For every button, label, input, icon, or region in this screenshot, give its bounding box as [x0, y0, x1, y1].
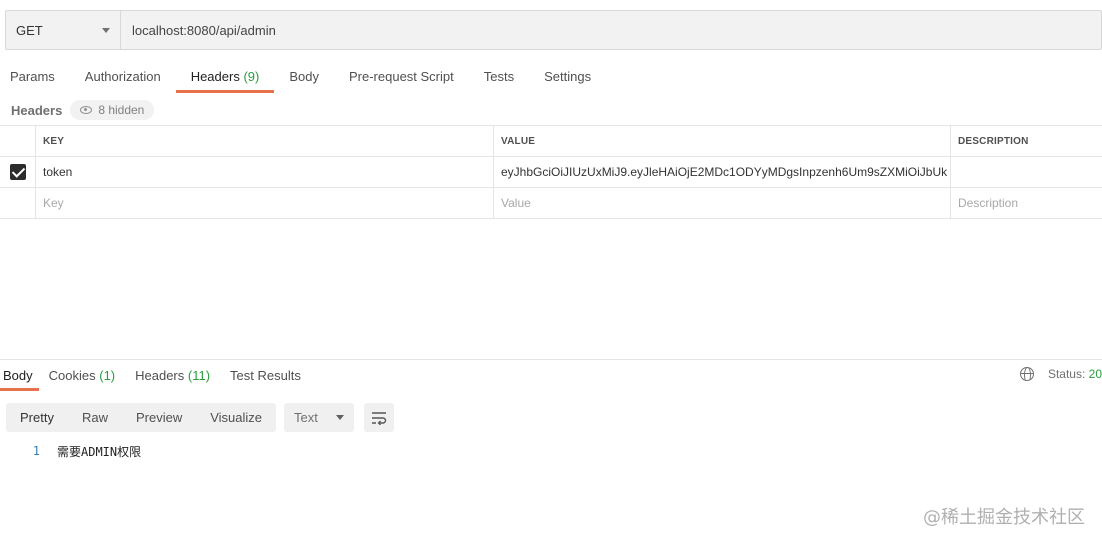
tab-label: Headers — [135, 368, 185, 383]
tab-label: Headers — [190, 69, 240, 84]
headers-table: KEY VALUE DESCRIPTION token eyJhbGciOiJI… — [0, 125, 1102, 219]
tab-count: (9) — [243, 69, 260, 84]
response-body-line: 1 需要ADMIN权限 — [0, 442, 141, 460]
tab-label: Test Results — [230, 368, 301, 383]
tab-headers[interactable]: Headers (9) — [175, 62, 275, 93]
format-pretty-button[interactable]: Pretty — [6, 403, 68, 432]
tab-label: Authorization — [84, 69, 161, 84]
method-label: GET — [16, 22, 43, 38]
table-header-row: KEY VALUE DESCRIPTION — [0, 126, 1102, 157]
status-label: Status: — [1047, 367, 1086, 381]
table-row: token eyJhbGciOiJIUzUxMiJ9.eyJleHAiOjE2M… — [0, 157, 1102, 188]
header-description-field[interactable] — [951, 157, 1102, 187]
tab-authorization[interactable]: Authorization — [70, 62, 176, 92]
new-value-input[interactable]: Value — [494, 188, 951, 218]
body-format-group: Pretty Raw Preview Visualize — [6, 403, 277, 432]
chevron-down-icon — [336, 415, 344, 420]
tab-count: (11) — [187, 368, 211, 383]
tab-body[interactable]: Body — [274, 62, 334, 92]
headers-section-title: Headers — [11, 102, 63, 118]
tab-settings[interactable]: Settings — [529, 62, 606, 92]
tab-tests[interactable]: Tests — [469, 62, 529, 92]
hidden-headers-label: 8 hidden — [98, 103, 145, 117]
header-cell-check — [0, 126, 36, 156]
globe-icon[interactable] — [1019, 367, 1034, 381]
tab-label: Tests — [483, 69, 515, 84]
response-tab-test-results[interactable]: Test Results — [220, 363, 311, 389]
response-tabs: Body Cookies (1) Headers (11) Test Resul… — [0, 363, 311, 391]
response-body-text: 需要ADMIN权限 — [57, 444, 142, 459]
format-preview-button[interactable]: Preview — [122, 403, 196, 432]
url-input[interactable]: localhost:8080/api/admin — [121, 23, 276, 38]
column-header-description: DESCRIPTION — [958, 135, 1029, 147]
tab-label: Pre-request Script — [348, 69, 454, 84]
header-value-field[interactable]: eyJhbGciOiJIUzUxMiJ9.eyJleHAiOjE2MDc1ODY… — [494, 157, 951, 187]
tab-label: Params — [10, 69, 55, 84]
format-visualize-button[interactable]: Visualize — [196, 403, 276, 432]
response-tab-body[interactable]: Body — [0, 363, 39, 391]
column-header-key: KEY — [36, 126, 494, 156]
row-enabled-checkbox[interactable] — [9, 164, 26, 180]
tab-label: Body — [289, 69, 319, 84]
headers-toolbar: Headers 8 hidden — [11, 98, 155, 122]
wrap-lines-icon — [372, 411, 387, 425]
line-number: 1 — [32, 444, 40, 458]
format-raw-button[interactable]: Raw — [68, 403, 122, 432]
header-key-field[interactable]: token — [36, 157, 494, 187]
row-check-cell — [0, 188, 36, 218]
new-key-input[interactable]: Key — [36, 188, 494, 218]
status-text: Status: 20 — [1048, 367, 1102, 381]
chevron-down-icon — [102, 27, 110, 33]
response-tab-cookies[interactable]: Cookies (1) — [39, 363, 125, 389]
tab-label: Settings — [544, 69, 592, 84]
eye-icon — [80, 106, 93, 114]
tab-params[interactable]: Params — [0, 62, 70, 92]
new-description-input[interactable]: Description — [951, 188, 1102, 218]
table-row-new: Key Value Description — [0, 188, 1102, 219]
request-tabs: Params Authorization Headers (9) Body Pr… — [0, 62, 606, 94]
response-status: Status: 20 — [1019, 367, 1102, 381]
body-language-select[interactable]: Text — [284, 403, 354, 432]
url-bar: GET localhost:8080/api/admin — [5, 10, 1102, 50]
tab-pre-request-script[interactable]: Pre-request Script — [334, 62, 469, 92]
tab-label: Cookies — [48, 368, 96, 383]
response-divider[interactable] — [0, 359, 1102, 360]
tab-count: (1) — [99, 368, 116, 383]
body-language-value: Text — [294, 410, 318, 425]
method-select[interactable]: GET — [6, 11, 121, 49]
tab-label: Body — [3, 368, 33, 383]
status-value: 20 — [1088, 367, 1102, 381]
wrap-lines-button[interactable] — [364, 403, 394, 432]
response-tab-headers[interactable]: Headers (11) — [125, 363, 220, 389]
column-header-value: VALUE — [494, 126, 951, 156]
hidden-headers-toggle[interactable]: 8 hidden — [70, 100, 155, 120]
watermark: @稀土掘金技术社区 — [923, 507, 1085, 528]
row-check-cell — [0, 157, 36, 187]
